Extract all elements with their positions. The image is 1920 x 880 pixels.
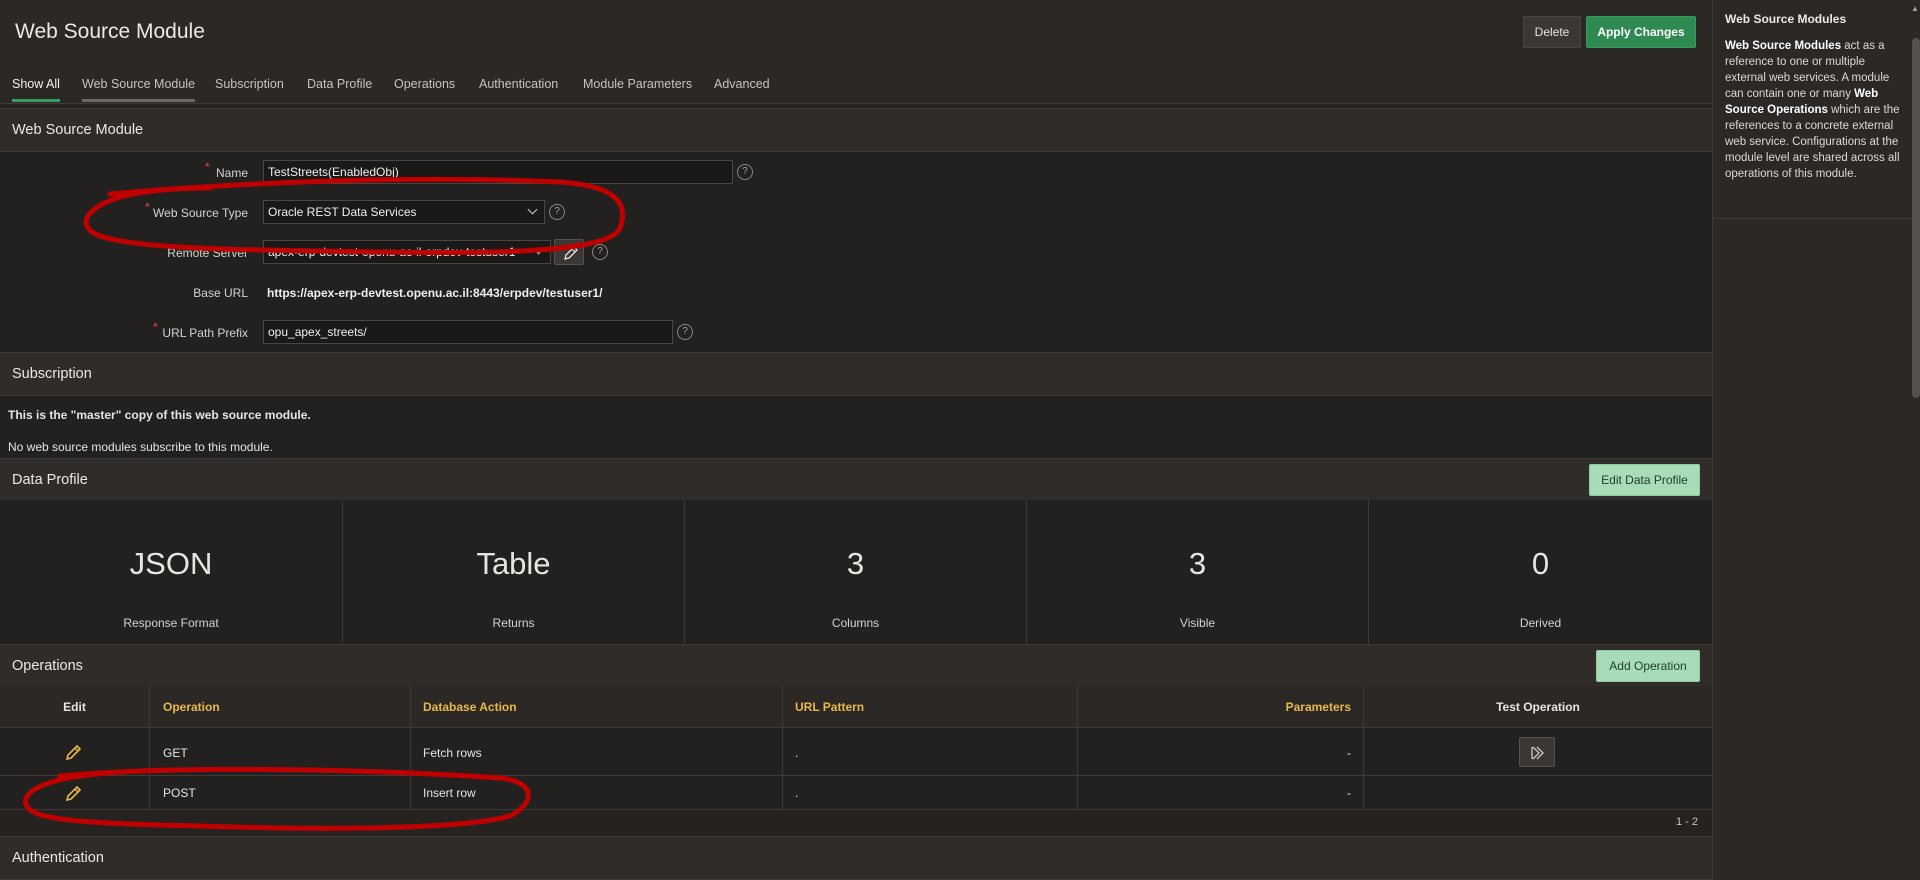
operations-section-header: Operations Add Operation [0,644,1712,688]
subscription-section-header: Subscription [0,352,1712,396]
module-section-body: * Name ? * Web Source Type Oracle REST D… [0,152,1712,352]
scrollbar[interactable] [1912,38,1920,398]
col-url-pattern[interactable]: URL Pattern [783,686,1078,728]
metric-columns: 3 Columns [685,500,1027,645]
url-path-prefix-label: URL Path Prefix [162,326,248,340]
remote-server-label: Remote Server [167,246,248,260]
tab-operations[interactable]: Operations [394,77,455,99]
database-action-cell: Insert row [411,776,783,810]
metric-returns: Table Returns [343,500,685,645]
edit-data-profile-button[interactable]: Edit Data Profile [1589,464,1700,496]
web-source-type-select[interactable]: Oracle REST Data Services [263,200,545,224]
test-operation-cell [1364,776,1712,810]
metric-response-format: JSON Response Format [0,500,343,645]
remote-server-select[interactable]: apex-erp-devtest-openu-ac-il-erpdev-test… [263,240,551,264]
path-help-icon[interactable]: ? [677,324,693,340]
url-pattern-cell: . [783,776,1078,810]
operations-section-title: Operations [12,658,83,674]
tab-authentication[interactable]: Authentication [479,77,558,99]
chevron-down-icon [527,204,538,215]
module-section-header: Web Source Module [0,108,1712,152]
divider [1713,218,1920,219]
edit-server-button[interactable] [554,239,584,265]
metric-value: 3 [1188,546,1207,581]
web-source-type-label: Web Source Type [153,206,248,220]
authentication-section-header: Authentication [0,836,1712,880]
url-path-prefix-input[interactable] [263,320,673,344]
name-label: Name [215,166,248,180]
web-source-type-value: Oracle REST Data Services [268,205,417,219]
table-row-edit-cell [0,776,150,810]
data-profile-section-header: Data Profile Edit Data Profile [0,458,1712,502]
col-test-operation: Test Operation [1364,686,1712,728]
tab-data-profile[interactable]: Data Profile [307,77,372,99]
subscription-section-title: Subscription [12,366,92,382]
help-text: Web Source Modules act as a reference to… [1725,38,1905,182]
parameters-cell: - [1078,776,1364,810]
tab-subscription[interactable]: Subscription [215,77,284,99]
server-help-icon[interactable]: ? [592,244,608,260]
col-operation[interactable]: Operation [150,686,411,728]
test-operation-button[interactable] [1519,737,1555,767]
subscription-master-text: This is the "master" copy of this web so… [8,408,311,422]
name-input[interactable] [263,160,733,184]
test-operation-cell [1364,728,1712,776]
name-help-icon[interactable]: ? [737,164,753,180]
metric-value: JSON [129,546,213,581]
metric-label: Visible [1179,616,1216,630]
tab-advanced[interactable]: Advanced [714,77,770,99]
metric-label: Response Format [123,616,219,630]
parameters-cell: - [1078,728,1364,776]
metric-label: Returns [492,616,535,630]
base-url-label: Base URL [193,286,248,300]
authentication-section-title: Authentication [12,850,104,866]
page-title: Web Source Module [15,20,205,43]
help-title: Web Source Modules [1725,12,1847,26]
database-action-cell: Fetch rows [411,728,783,776]
base-url-value: https://apex-erp-devtest.openu.ac.il:844… [267,286,603,300]
module-section-title: Web Source Module [12,122,144,138]
tab-show-all[interactable]: Show All [12,77,60,102]
col-database-action[interactable]: Database Action [411,686,783,728]
tab-web-source-module[interactable]: Web Source Module [82,77,196,102]
metric-value: Table [476,546,551,581]
help-bold-term: Web Source Modules [1725,40,1842,52]
apply-changes-button[interactable]: Apply Changes [1586,16,1696,48]
help-panel: Web Source Modules Web Source Modules ac… [1712,0,1920,880]
subscription-section-body: This is the "master" copy of this web so… [0,396,1712,458]
operation-cell: POST [150,776,411,810]
metric-value: 3 [846,546,865,581]
edit-row-pencil-icon[interactable] [65,784,83,802]
double-chevron-right-icon [1531,746,1544,760]
page-header: Web Source Module Delete Apply Changes [0,0,1712,68]
tab-module-parameters[interactable]: Module Parameters [583,77,692,99]
table-row-edit-cell [0,728,150,776]
metric-derived: 0 Derived [1369,500,1712,645]
scroll-up-arrow-icon[interactable]: ▲ [1911,4,1919,13]
col-parameters[interactable]: Parameters [1078,686,1364,728]
edit-row-pencil-icon[interactable] [65,743,83,761]
data-profile-section-title: Data Profile [12,472,88,488]
metric-label: Derived [1519,616,1562,630]
subscription-none-text: No web source modules subscribe to this … [8,440,273,454]
delete-button[interactable]: Delete [1523,16,1581,48]
pencil-icon [564,246,578,260]
type-help-icon[interactable]: ? [549,204,565,220]
pagination: 1 - 2 [1676,816,1699,828]
col-edit: Edit [0,686,150,728]
remote-server-value: apex-erp-devtest-openu-ac-il-erpdev-test… [268,245,516,259]
chevron-down-icon [533,244,544,255]
add-operation-button[interactable]: Add Operation [1596,650,1700,682]
data-profile-metrics: JSON Response Format Table Returns 3 Col… [0,500,1712,645]
metric-visible: 3 Visible [1027,500,1369,645]
metric-label: Columns [831,616,880,630]
metric-value: 0 [1531,546,1550,581]
operation-cell: GET [150,728,411,776]
url-pattern-cell: . [783,728,1078,776]
region-tabs: Show All Web Source Module Subscription … [0,68,1712,104]
